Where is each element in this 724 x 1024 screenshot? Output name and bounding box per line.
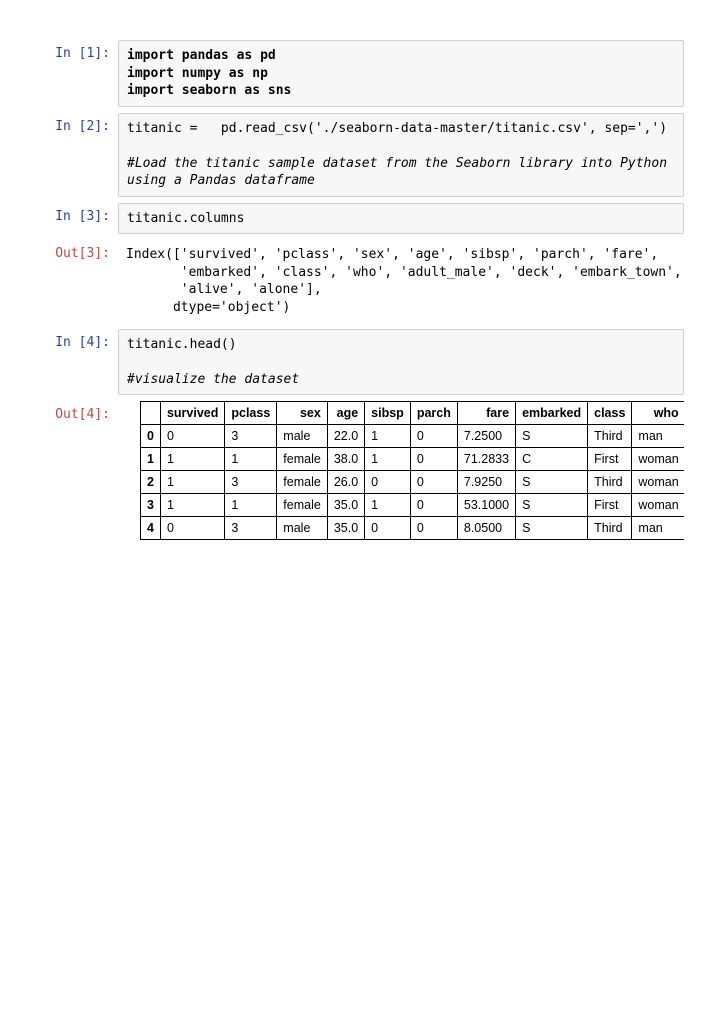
table-row: 213female26.0007.9250SThirdwomanFa <box>141 471 685 494</box>
table-cell: 7.9250 <box>457 471 515 494</box>
table-cell: 3 <box>225 471 277 494</box>
table-cell: 26.0 <box>327 471 364 494</box>
table-col-header: survived <box>160 402 224 425</box>
table-cell: 1 <box>365 425 411 448</box>
code-input-4[interactable]: titanic.head() #visualize the dataset <box>118 329 684 396</box>
code-input-3[interactable]: titanic.columns <box>118 203 684 235</box>
table-cell: 0 <box>410 517 457 540</box>
table-col-header: class <box>588 402 632 425</box>
table-col-header: age <box>327 402 364 425</box>
table-cell: 0 <box>160 425 224 448</box>
output-prompt-3: Out[3]: <box>40 240 118 322</box>
code-input-2[interactable]: titanic = pd.read_csv('./seaborn-data-ma… <box>118 113 684 197</box>
table-cell: 71.2833 <box>457 448 515 471</box>
table-cell: S <box>516 494 588 517</box>
table-cell: First <box>588 448 632 471</box>
table-cell: 0 <box>410 494 457 517</box>
output-prompt-4: Out[4]: <box>40 401 118 540</box>
table-row: 311female35.01053.1000SFirstwomanFa <box>141 494 685 517</box>
table-cell: female <box>277 448 328 471</box>
table-cell: man <box>632 425 684 448</box>
table-cell: 8.0500 <box>457 517 515 540</box>
input-prompt-1: In [1]: <box>40 40 118 107</box>
table-col-header: sibsp <box>365 402 411 425</box>
output-text-3: Index(['survived', 'pclass', 'sex', 'age… <box>118 240 684 322</box>
table-cell: man <box>632 517 684 540</box>
table-cell: woman <box>632 471 684 494</box>
table-col-header: parch <box>410 402 457 425</box>
dataframe-table: survivedpclasssexagesibspparchfareembark… <box>140 401 684 540</box>
table-cell: female <box>277 471 328 494</box>
table-col-header: pclass <box>225 402 277 425</box>
code-cell-1: In [1]: import pandas as pd import numpy… <box>40 40 684 107</box>
table-cell: 1 <box>225 494 277 517</box>
table-cell: 1 <box>160 471 224 494</box>
table-row: 003male22.0107.2500SThirdmanTr <box>141 425 685 448</box>
code-input-1[interactable]: import pandas as pd import numpy as np i… <box>118 40 684 107</box>
table-row-index: 2 <box>141 471 161 494</box>
code-cell-3: In [3]: titanic.columns <box>40 203 684 235</box>
table-cell: woman <box>632 494 684 517</box>
code-cell-4: In [4]: titanic.head() #visualize the da… <box>40 329 684 396</box>
table-cell: 0 <box>410 471 457 494</box>
table-col-header: embarked <box>516 402 588 425</box>
table-cell: S <box>516 517 588 540</box>
table-cell: 3 <box>225 425 277 448</box>
table-cell: male <box>277 425 328 448</box>
table-cell: Third <box>588 471 632 494</box>
table-cell: male <box>277 517 328 540</box>
table-cell: 3 <box>225 517 277 540</box>
table-cell: 0 <box>365 471 411 494</box>
output-table-4: survivedpclasssexagesibspparchfareembark… <box>118 401 684 540</box>
table-corner <box>141 402 161 425</box>
table-row-index: 3 <box>141 494 161 517</box>
table-row-index: 0 <box>141 425 161 448</box>
code-cell-2: In [2]: titanic = pd.read_csv('./seaborn… <box>40 113 684 197</box>
table-cell: 38.0 <box>327 448 364 471</box>
table-cell: 1 <box>225 448 277 471</box>
table-cell: 0 <box>160 517 224 540</box>
table-cell: 1 <box>365 494 411 517</box>
output-cell-4: Out[4]: survivedpclasssexagesibspparchfa… <box>40 401 684 540</box>
input-prompt-4: In [4]: <box>40 329 118 396</box>
table-row: 403male35.0008.0500SThirdmanTr <box>141 517 685 540</box>
table-cell: S <box>516 425 588 448</box>
table-cell: 7.2500 <box>457 425 515 448</box>
table-col-header: sex <box>277 402 328 425</box>
table-cell: Third <box>588 517 632 540</box>
table-cell: 1 <box>365 448 411 471</box>
table-row-index: 1 <box>141 448 161 471</box>
table-cell: 1 <box>160 494 224 517</box>
table-cell: C <box>516 448 588 471</box>
table-cell: First <box>588 494 632 517</box>
input-prompt-3: In [3]: <box>40 203 118 235</box>
table-cell: Third <box>588 425 632 448</box>
table-row: 111female38.01071.2833CFirstwomanFa <box>141 448 685 471</box>
table-cell: 0 <box>410 448 457 471</box>
table-cell: 35.0 <box>327 494 364 517</box>
table-cell: 1 <box>160 448 224 471</box>
table-cell: 53.1000 <box>457 494 515 517</box>
table-cell: 0 <box>410 425 457 448</box>
table-cell: 22.0 <box>327 425 364 448</box>
table-cell: 0 <box>365 517 411 540</box>
input-prompt-2: In [2]: <box>40 113 118 197</box>
table-cell: S <box>516 471 588 494</box>
output-cell-3: Out[3]: Index(['survived', 'pclass', 'se… <box>40 240 684 322</box>
table-cell: woman <box>632 448 684 471</box>
table-col-header: fare <box>457 402 515 425</box>
table-row-index: 4 <box>141 517 161 540</box>
table-cell: 35.0 <box>327 517 364 540</box>
table-cell: female <box>277 494 328 517</box>
table-col-header: who <box>632 402 684 425</box>
